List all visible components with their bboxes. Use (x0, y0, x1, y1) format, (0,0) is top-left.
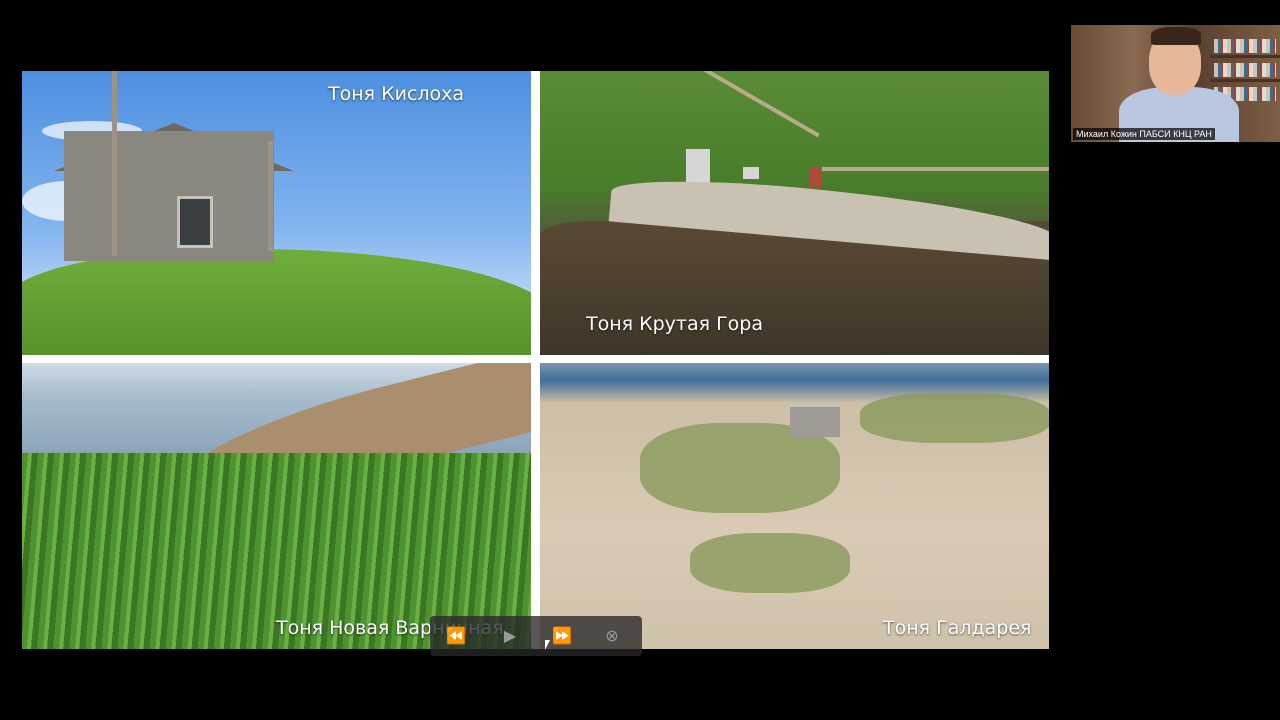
shed-shape (790, 403, 840, 437)
panel-caption: Тоня Кислоха (328, 83, 465, 105)
photo-panel-novaya-varnichnaya: Тоня Новая Варничная (22, 363, 531, 649)
bookshelf-shelf (1210, 79, 1280, 82)
bookshelf-books (1214, 63, 1276, 77)
rewind-icon[interactable]: ⏪ (442, 624, 470, 648)
bookshelf-books (1214, 39, 1276, 53)
pole-shape (268, 141, 273, 251)
vegetation-patch (690, 533, 850, 593)
participant-name-label: Михаил Кожин ПАБСИ КНЦ РАН (1073, 128, 1215, 140)
hut-shape (743, 167, 759, 179)
pole-shape (112, 71, 117, 256)
cabin-window (177, 196, 213, 248)
hill-shape (22, 249, 531, 355)
slideshow-control-bar: ⏪ ▶ ⏩ ⊗ (430, 616, 642, 656)
road-shape (670, 71, 820, 138)
hut-shape (810, 167, 822, 187)
panel-caption: Тоня Крутая Гора (586, 313, 764, 335)
panel-caption: Тоня Галдарея (883, 617, 1032, 639)
photo-panel-galdareya: Тоня Галдарея (540, 363, 1049, 649)
road-shape (820, 167, 1049, 171)
participant-video-tile[interactable]: Михаил Кожин ПАБСИ КНЦ РАН (1071, 25, 1280, 142)
cabin-shape (64, 131, 274, 261)
vegetation-patch (860, 393, 1049, 443)
mouse-cursor-icon (545, 640, 550, 650)
fast-forward-icon[interactable]: ⏩ (548, 624, 576, 648)
photo-panel-krutaya-gora: Тоня Крутая Гора (540, 71, 1049, 355)
photo-panel-kisloha: Тоня Кислоха (22, 71, 531, 355)
close-icon[interactable]: ⊗ (598, 624, 626, 648)
play-icon[interactable]: ▶ (496, 624, 524, 648)
presentation-slide: Тоня Кислоха Тоня Крутая Гора Тоня Новая… (22, 71, 1049, 649)
bookshelf-shelf (1210, 55, 1280, 58)
participant-hair (1151, 27, 1201, 45)
